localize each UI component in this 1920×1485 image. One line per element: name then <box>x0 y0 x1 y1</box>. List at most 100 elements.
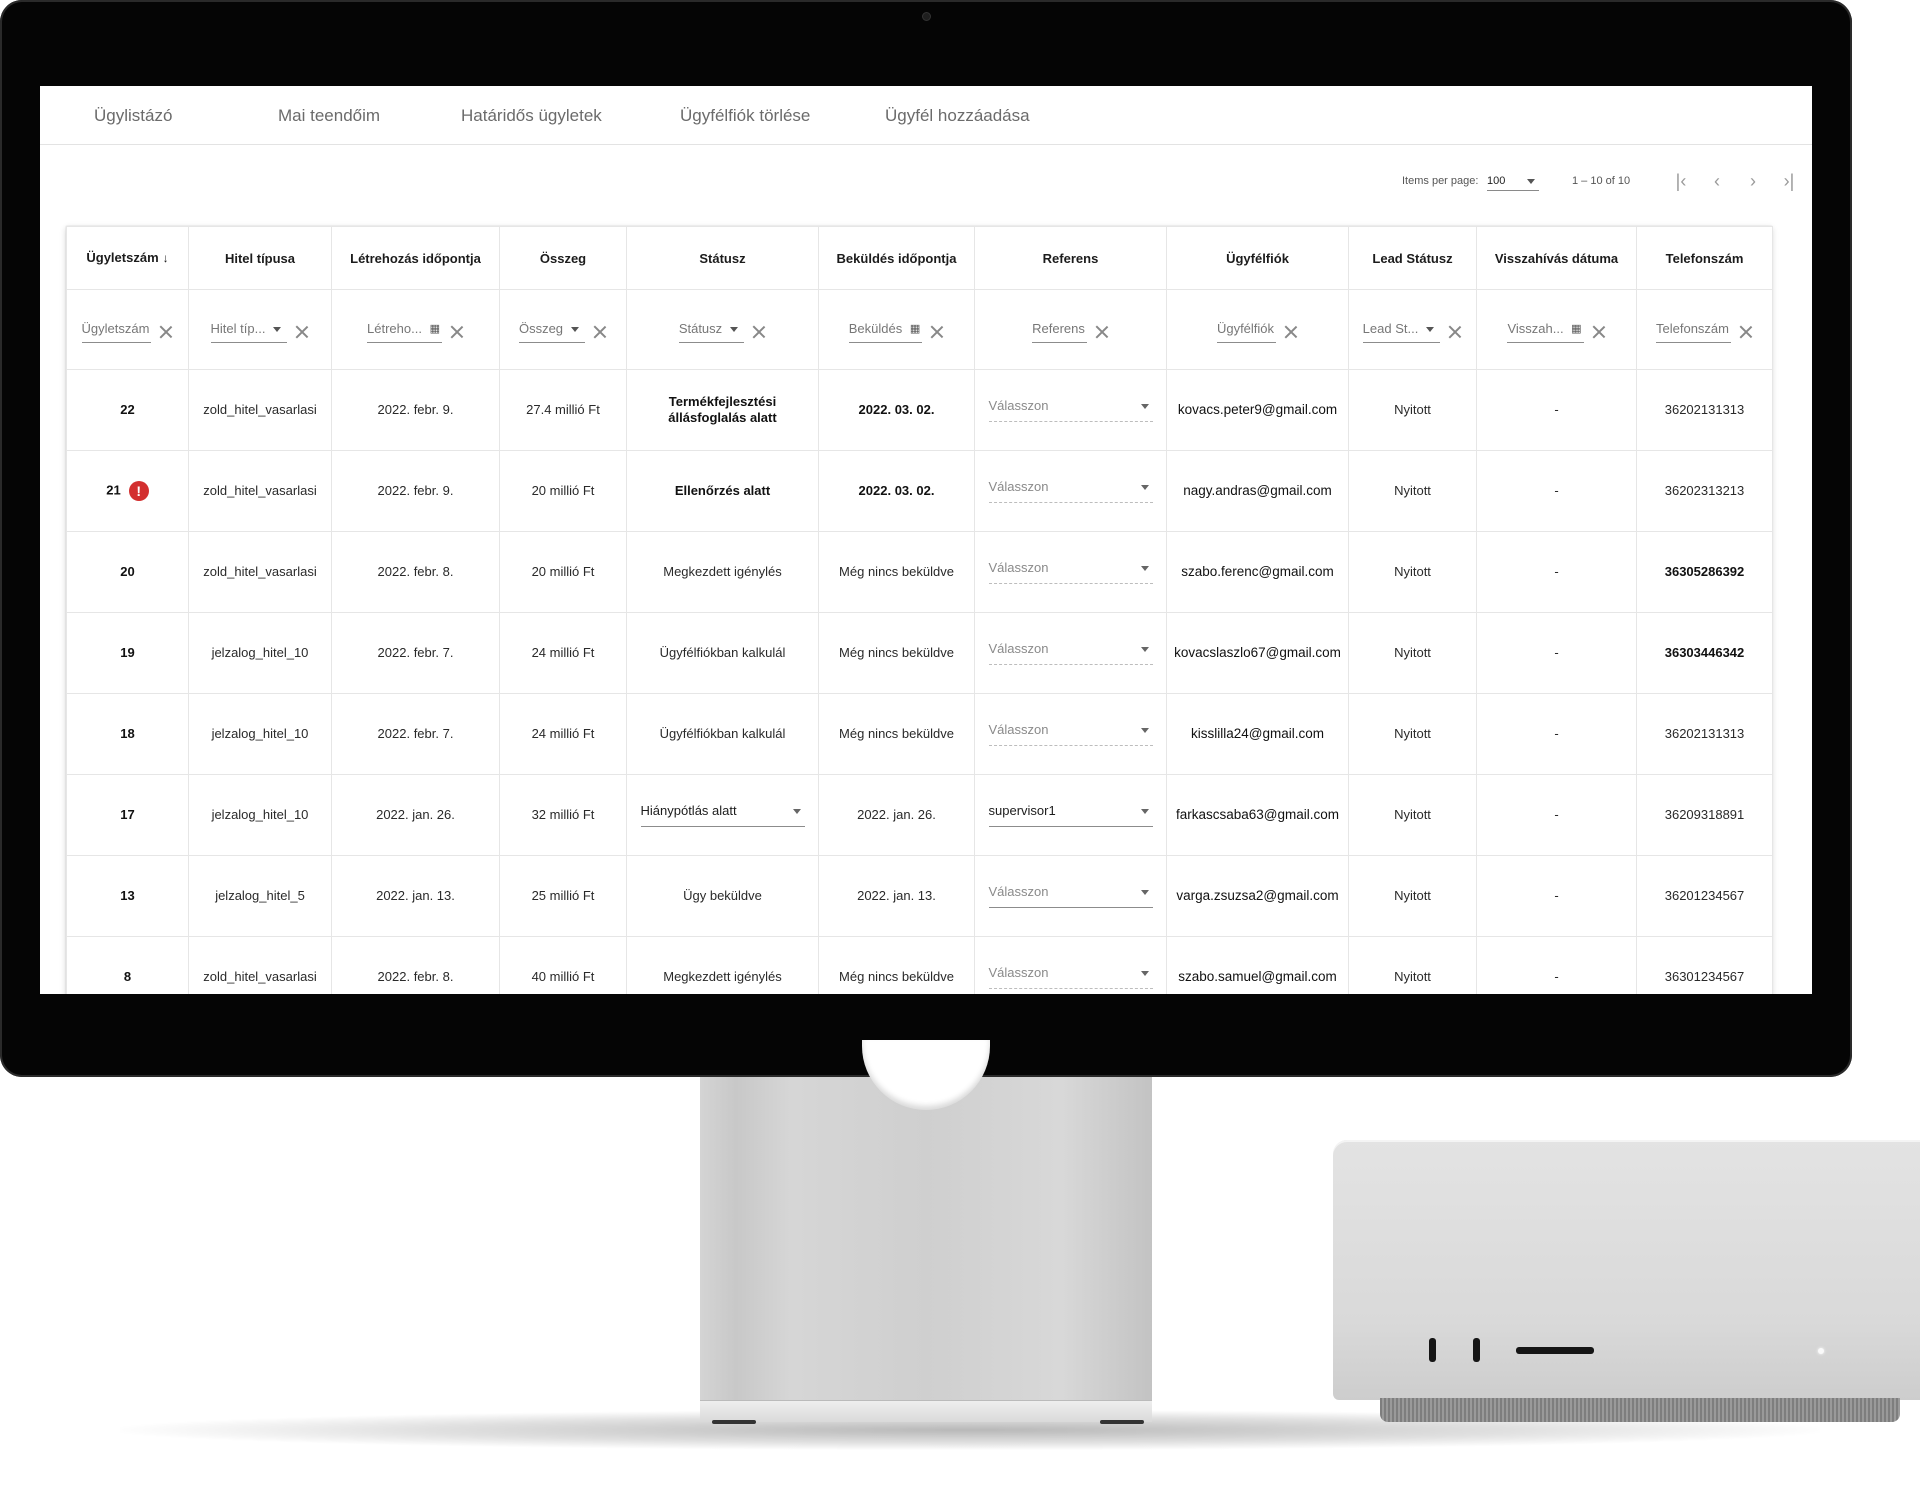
tab-ugylistazo[interactable]: Ügylistázó <box>94 106 172 126</box>
lead-status-cell: Nyitott <box>1348 450 1477 532</box>
loan-type-cell: zold_hitel_vasarlasi <box>188 936 332 994</box>
column-header: Státusz <box>626 226 819 290</box>
table-row[interactable]: 19 jelzalog_hitel_10 2022. febr. 7. 24 mill… <box>66 612 1773 694</box>
first-page-icon[interactable]: |‹ <box>1670 170 1692 192</box>
table-row[interactable]: 17 jelzalog_hitel_10 2022. jan. 26. 32 mill… <box>66 774 1773 856</box>
usb-port <box>1429 1338 1436 1362</box>
customer-email[interactable]: kisslilla24@gmail.com <box>1191 726 1324 741</box>
chevron-down-icon <box>1140 809 1149 814</box>
customer-email[interactable]: szabo.samuel@gmail.com <box>1178 969 1337 984</box>
customer-email[interactable]: kovacslaszlo67@gmail.com <box>1174 645 1341 660</box>
filter-input[interactable]: Létreho... ▦ <box>367 321 442 343</box>
lead-status-cell: Nyitott <box>1348 774 1477 856</box>
email-cell: kovacs.peter9@gmail.com <box>1166 369 1349 451</box>
referent-select[interactable]: Válasszon <box>988 884 1153 908</box>
chevron-right-icon[interactable]: › <box>1742 170 1764 192</box>
sent-date: Még nincs beküldve <box>839 969 954 984</box>
amount: 40 millió Ft <box>531 969 595 984</box>
referent-cell: Válasszon <box>974 612 1167 694</box>
referent-select[interactable]: supervisor1 <box>988 803 1153 827</box>
chevron-down-icon <box>1140 728 1149 733</box>
customer-email[interactable]: varga.zsuzsa2@gmail.com <box>1176 888 1338 903</box>
calendar-icon: ▦ <box>429 323 440 335</box>
status-select[interactable]: Hiánypótlás alatt <box>640 803 805 827</box>
filter-input[interactable]: Ügyletszám <box>81 321 152 343</box>
close-icon[interactable] <box>1095 325 1109 339</box>
phone-number: 36305286392 <box>1664 564 1745 579</box>
close-icon[interactable] <box>1592 325 1606 339</box>
arrow-down-icon: ↓ <box>162 251 169 265</box>
close-icon[interactable] <box>1284 325 1298 339</box>
status-cell: Ügyfélfiókban kalkulál <box>626 693 819 775</box>
table-row[interactable]: 13 jelzalog_hitel_5 2022. jan. 13. 25 milli… <box>66 855 1773 937</box>
filter-input[interactable]: Összeg <box>518 321 586 343</box>
filter-cell: Ügyletszám <box>66 289 189 370</box>
filter-input[interactable]: Ügyfélfiók <box>1216 321 1277 343</box>
referent-select[interactable]: Válasszon <box>988 641 1153 665</box>
filter-input[interactable]: Referens <box>1032 321 1087 343</box>
table-row[interactable]: 18 jelzalog_hitel_10 2022. febr. 7. 24 mill… <box>66 693 1773 775</box>
filter-input[interactable]: Beküldés ▦ <box>848 321 923 343</box>
close-icon[interactable] <box>1448 325 1462 339</box>
callback-date: - <box>1554 888 1559 903</box>
filter-cell: Státusz <box>626 289 819 370</box>
filter-row: Ügyletszám Hitel típ... Létreho... ▦ Összeg S… <box>66 289 1773 370</box>
paginator: Items per page: 100 1 – 10 of 10 |‹ ‹ › … <box>40 168 1812 198</box>
close-icon[interactable] <box>1739 325 1753 339</box>
amount: 25 millió Ft <box>531 888 595 903</box>
referent-select[interactable]: Válasszon <box>988 398 1153 422</box>
customer-email[interactable]: kovacs.peter9@gmail.com <box>1178 402 1337 417</box>
tab-ugyfel-hozzaadasa[interactable]: Ügyfél hozzáadása <box>885 106 1030 126</box>
filter-cell: Ügyfélfiók <box>1166 289 1349 370</box>
referent-select[interactable]: Válasszon <box>988 479 1153 503</box>
table-row[interactable]: 22 zold_hitel_vasarlasi 2022. febr. 9. 27.4… <box>66 369 1773 451</box>
camera <box>922 12 931 21</box>
referent-cell: Válasszon <box>974 531 1167 613</box>
amount-cell: 20 millió Ft <box>499 531 627 613</box>
stand-foot <box>1100 1420 1144 1424</box>
tab-ugyfelfiok-torlese[interactable]: Ügyfélfiók törlése <box>680 106 810 126</box>
created-date-cell: 2022. febr. 9. <box>331 450 500 532</box>
close-icon[interactable] <box>295 325 309 339</box>
deal-id: 20 <box>120 564 135 579</box>
referent-select[interactable]: Válasszon <box>988 560 1153 584</box>
phone-number: 36202131313 <box>1664 726 1745 741</box>
filter-input[interactable]: Visszah... ▦ <box>1507 321 1584 343</box>
filter-input[interactable]: Telefonszám <box>1656 321 1731 343</box>
referent-select[interactable]: Válasszon <box>988 722 1153 746</box>
callback-date-cell: - <box>1476 531 1637 613</box>
filter-input[interactable]: Státusz <box>678 321 745 343</box>
status: Ügyfélfiókban kalkulál <box>659 726 786 741</box>
tab-mai-teendoim[interactable]: Mai teendőim <box>278 106 380 126</box>
filter-placeholder: Létreho... <box>367 321 422 336</box>
column-header[interactable]: Ügyletszám ↓ <box>66 226 189 290</box>
close-icon[interactable] <box>450 325 464 339</box>
monitor-stand <box>700 1077 1152 1403</box>
customer-email[interactable]: farkascsaba63@gmail.com <box>1176 807 1339 822</box>
table-row[interactable]: 8 zold_hitel_vasarlasi 2022. febr. 8. 40 mi… <box>66 936 1773 994</box>
created-date: 2022. febr. 7. <box>377 726 454 741</box>
close-icon[interactable] <box>159 325 173 339</box>
close-icon[interactable] <box>930 325 944 339</box>
amount: 20 millió Ft <box>531 564 595 579</box>
tab-hataridos-ugyletek[interactable]: Határidős ügyletek <box>461 106 602 126</box>
last-page-icon[interactable]: ›| <box>1778 170 1800 192</box>
deal-id: 17 <box>120 807 135 822</box>
callback-date: - <box>1554 564 1559 579</box>
email-cell: farkascsaba63@gmail.com <box>1166 774 1349 856</box>
referent-select[interactable]: Válasszon <box>988 965 1153 989</box>
chevron-left-icon[interactable]: ‹ <box>1706 170 1728 192</box>
items-per-page-select[interactable]: 100 <box>1487 171 1539 191</box>
close-icon[interactable] <box>593 325 607 339</box>
created-date: 2022. febr. 8. <box>377 564 454 579</box>
filter-input[interactable]: Lead St... <box>1362 321 1441 343</box>
customer-email[interactable]: szabo.ferenc@gmail.com <box>1181 564 1334 579</box>
close-icon[interactable] <box>752 325 766 339</box>
table-row[interactable]: 20 zold_hitel_vasarlasi 2022. febr. 8. 20 m… <box>66 531 1773 613</box>
referent-value: supervisor1 <box>988 803 1056 818</box>
filter-input[interactable]: Hitel típ... <box>210 321 288 343</box>
referent-cell: Válasszon <box>974 936 1167 994</box>
customer-email[interactable]: nagy.andras@gmail.com <box>1183 483 1332 498</box>
table-row[interactable]: 21! zold_hitel_vasarlasi 2022. febr. 9. 20 … <box>66 450 1773 532</box>
email-cell: szabo.ferenc@gmail.com <box>1166 531 1349 613</box>
